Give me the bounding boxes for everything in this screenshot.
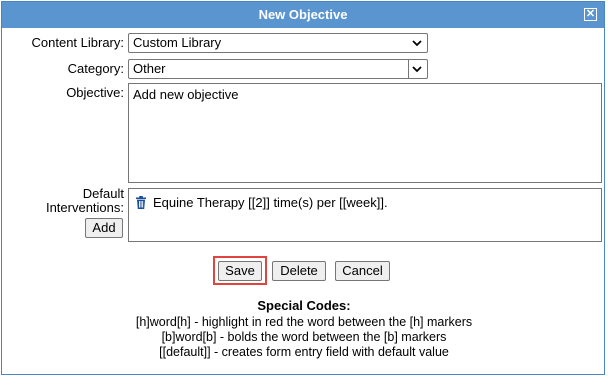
category-select[interactable]: Other: [128, 59, 428, 79]
trash-icon[interactable]: [135, 196, 147, 209]
content-library-value: Custom Library: [133, 35, 222, 50]
content-library-select[interactable]: Custom Library: [128, 33, 428, 53]
content-library-label: Content Library:: [31, 35, 125, 50]
category-divider: [408, 59, 409, 79]
interventions-label-line2: Interventions:: [45, 200, 124, 215]
interventions-label-line1: Default: [82, 186, 124, 201]
dialog-title: New Objective: [258, 7, 348, 22]
intervention-item-text: Equine Therapy [[2]] time(s) per [[week]…: [153, 195, 388, 210]
save-button[interactable]: Save: [218, 261, 262, 281]
special-codes-heading: Special Codes:: [257, 298, 351, 313]
special-code-line: [[default]] - creates form entry field w…: [159, 345, 449, 359]
chevron-down-icon: [412, 40, 422, 47]
chevron-down-icon: [412, 66, 422, 73]
objective-label: Objective:: [66, 85, 124, 100]
objective-textarea[interactable]: Add new objective: [128, 83, 602, 183]
delete-button[interactable]: Delete: [272, 261, 326, 281]
interventions-box: Equine Therapy [[2]] time(s) per [[week]…: [128, 188, 602, 242]
interventions-label: Default Interventions:: [2, 187, 124, 215]
close-icon[interactable]: ✕: [584, 8, 597, 21]
add-intervention-button[interactable]: Add: [85, 218, 123, 238]
new-objective-dialog: New Objective ✕ Content Library: Custom …: [1, 1, 605, 375]
special-code-line: [b]word[b] - bolds the word between the …: [161, 330, 447, 344]
intervention-item: Equine Therapy [[2]] time(s) per [[week]…: [135, 195, 595, 210]
dialog-titlebar: New Objective ✕: [2, 2, 604, 28]
category-value: Other: [133, 61, 166, 76]
special-code-line: [h]word[h] - highlight in red the word b…: [135, 315, 473, 329]
category-label: Category:: [67, 61, 124, 76]
cancel-button[interactable]: Cancel: [335, 261, 390, 281]
